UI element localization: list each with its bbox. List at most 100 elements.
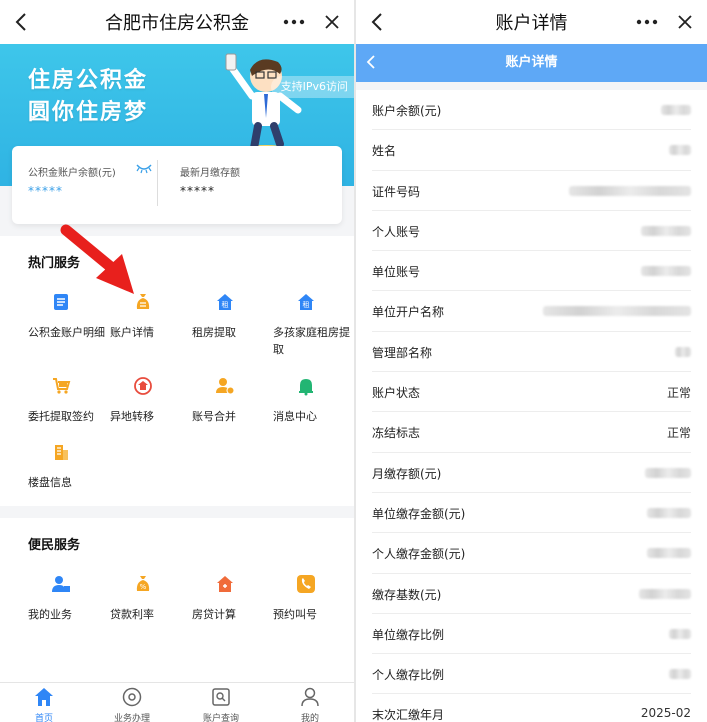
page-title: 账户详情 bbox=[495, 13, 568, 34]
svg-text:租: 租 bbox=[222, 301, 229, 309]
service-label: 账户详情 bbox=[110, 326, 154, 339]
user-icon bbox=[300, 687, 320, 707]
close-icon[interactable] bbox=[675, 12, 695, 32]
account-summary-card[interactable]: 公积金账户余额(元) ***** 最新月缴存额 ***** bbox=[12, 146, 342, 224]
tab-label: 我的 bbox=[300, 714, 319, 722]
row-label: 账户状态 bbox=[372, 386, 421, 401]
tab-label: 账户查询 bbox=[202, 714, 239, 722]
bell-icon bbox=[296, 376, 316, 396]
rent-house-icon: 租 bbox=[296, 292, 316, 312]
money-bag-icon: % bbox=[133, 574, 153, 594]
bottom-tab-bar: 首页 业务办理 账户查询 我的 bbox=[0, 682, 354, 722]
rent-house-icon: 租 bbox=[215, 292, 235, 312]
row-label: 冻结标志 bbox=[372, 426, 421, 441]
detail-row: 单位开户名称 bbox=[372, 291, 691, 332]
more-icon[interactable] bbox=[282, 12, 306, 32]
page-title: 合肥市住房公积金 bbox=[105, 13, 249, 34]
house-calc-icon bbox=[215, 574, 235, 594]
convenience-services-section: 便民服务 我的业务 % 贷款利率 房贷计算 预约叫号 bbox=[0, 518, 354, 682]
tab-home[interactable]: 首页 bbox=[0, 683, 88, 722]
detail-header-bar: 账户详情 bbox=[356, 44, 707, 82]
row-label: 姓名 bbox=[372, 144, 397, 159]
detail-row: 单位缴存比例 bbox=[372, 614, 691, 655]
row-label: 个人账号 bbox=[372, 224, 421, 239]
detail-row: 个人缴存比例 bbox=[372, 654, 691, 695]
detail-row: 末次汇缴年月 2025-02 bbox=[372, 694, 691, 722]
redacted-value bbox=[645, 467, 691, 478]
tab-account-query[interactable]: 账户查询 bbox=[177, 683, 265, 722]
redacted-value bbox=[661, 105, 691, 115]
row-label: 证件号码 bbox=[372, 184, 421, 199]
user-business-icon bbox=[51, 574, 71, 594]
redacted-value bbox=[669, 628, 691, 639]
transfer-house-icon bbox=[133, 376, 153, 396]
row-label: 单位缴存比例 bbox=[372, 627, 445, 642]
back-icon[interactable] bbox=[366, 10, 388, 34]
convenience-services-title: 便民服务 bbox=[28, 538, 81, 553]
balance-value: ***** bbox=[28, 184, 63, 198]
account-detail-list: 账户余额(元) 姓名 证件号码 个人账号 单位账号 单位开户名称 管理部名称 账… bbox=[356, 90, 707, 722]
detail-row: 姓名 bbox=[372, 130, 691, 171]
home-screen: 合肥市住房公积金 住房公积金 圆你住房梦 支持IPv6访问 公积金账户余额(元)… bbox=[0, 0, 354, 722]
tab-business[interactable]: 业务办理 bbox=[88, 683, 176, 722]
redacted-value bbox=[675, 346, 691, 357]
detail-row: 单位账号 bbox=[372, 251, 691, 292]
redacted-value bbox=[543, 306, 691, 317]
tab-mine[interactable]: 我的 bbox=[266, 683, 354, 722]
service-label: 我的业务 bbox=[28, 608, 72, 621]
row-value: 正常 bbox=[666, 386, 691, 401]
card-divider bbox=[157, 160, 158, 206]
detail-row: 管理部名称 bbox=[372, 332, 691, 373]
query-icon bbox=[211, 687, 231, 707]
service-label: 贷款利率 bbox=[110, 608, 154, 621]
svg-text:租: 租 bbox=[303, 301, 310, 309]
ipv6-badge[interactable]: 支持IPv6访问 bbox=[270, 76, 354, 98]
service-label: 账号合并 bbox=[192, 410, 236, 423]
redacted-value bbox=[669, 145, 691, 156]
monthly-deposit-label: 最新月缴存额 bbox=[180, 168, 240, 179]
row-label: 单位账号 bbox=[372, 265, 421, 280]
detail-row: 个人缴存金额(元) bbox=[372, 533, 691, 574]
more-icon[interactable] bbox=[635, 12, 659, 32]
account-detail-screen: 账户详情 账户详情 账户余额(元) 姓名 证件号码 个人账号 单位账号 单位开户… bbox=[356, 0, 707, 722]
red-arrow-annotation bbox=[60, 222, 140, 306]
service-label: 委托提取签约 bbox=[28, 410, 94, 423]
balance-label: 公积金账户余额(元) bbox=[28, 168, 116, 179]
circle-icon bbox=[122, 687, 142, 707]
redacted-value bbox=[569, 185, 691, 196]
detail-row: 个人账号 bbox=[372, 211, 691, 252]
row-label: 账户余额(元) bbox=[372, 104, 442, 118]
detail-row: 账户状态 正常 bbox=[372, 372, 691, 413]
service-label: 公积金账户明细 bbox=[28, 326, 105, 339]
banner-line1: 住房公积金 bbox=[28, 68, 149, 93]
service-label: 房贷计算 bbox=[192, 608, 236, 621]
row-label: 末次汇缴年月 bbox=[372, 708, 445, 722]
detail-row: 月缴存额(元) bbox=[372, 453, 691, 493]
banner-line2: 圆你住房梦 bbox=[28, 100, 149, 125]
row-label: 单位开户名称 bbox=[372, 305, 445, 320]
row-value: 2025-02 bbox=[640, 706, 691, 721]
redacted-value bbox=[639, 588, 691, 599]
phone-icon bbox=[296, 574, 316, 594]
redacted-value bbox=[647, 548, 691, 559]
service-label: 租房提取 bbox=[192, 326, 236, 339]
row-label: 缴存基数(元) bbox=[372, 587, 442, 602]
row-label: 单位缴存金额(元) bbox=[372, 506, 466, 521]
tab-label: 首页 bbox=[34, 714, 53, 722]
eye-closed-icon[interactable] bbox=[136, 160, 152, 179]
service-label: 异地转移 bbox=[110, 410, 154, 423]
building-icon bbox=[51, 442, 71, 462]
tab-label: 业务办理 bbox=[113, 714, 150, 722]
back-icon[interactable] bbox=[10, 10, 32, 34]
redacted-value bbox=[641, 225, 691, 236]
detail-row: 缴存基数(元) bbox=[372, 574, 691, 614]
detail-row: 账户余额(元) bbox=[372, 90, 691, 131]
svg-text:%: % bbox=[140, 583, 147, 591]
service-label: 预约叫号 bbox=[273, 608, 317, 621]
home-icon bbox=[34, 687, 54, 707]
service-label: 多孩家庭租房提取 bbox=[273, 326, 350, 356]
redacted-value bbox=[647, 507, 691, 518]
close-icon[interactable] bbox=[322, 12, 342, 32]
detail-row: 单位缴存金额(元) bbox=[372, 493, 691, 534]
detail-header-title: 账户详情 bbox=[505, 55, 558, 70]
